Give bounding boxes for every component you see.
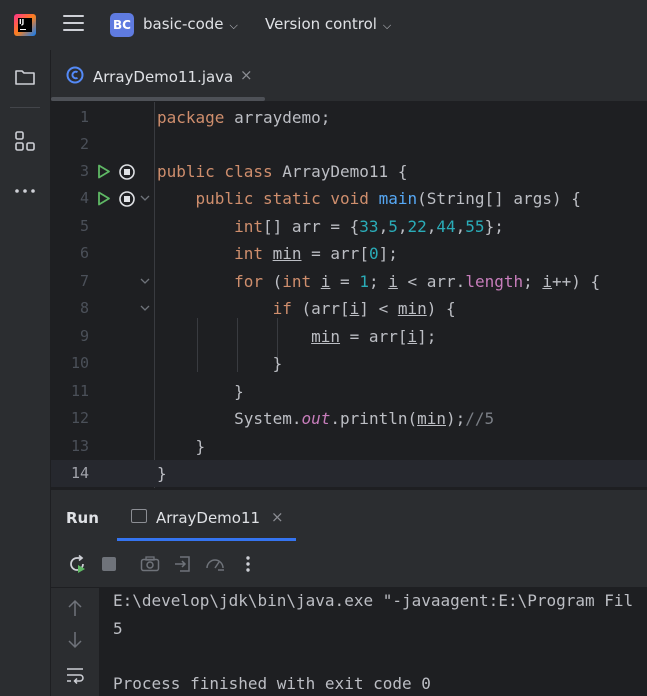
code-text: } — [157, 354, 283, 373]
chevron-down-icon: ⌵ — [229, 19, 238, 32]
line-number: 11 — [70, 382, 89, 400]
chevron-down-icon: ⌵ — [382, 19, 392, 32]
project-switcher[interactable]: basic-code ⌵ — [143, 15, 238, 33]
console-side-toolbar — [51, 588, 99, 696]
code-text: public class ArrayDemo11 { — [157, 162, 408, 181]
code-editor[interactable]: 1 package arraydemo; 2 3 public class Ar… — [51, 102, 647, 488]
code-text: } — [157, 437, 206, 456]
more-tools-icon[interactable] — [13, 179, 37, 203]
tab-scroll-indicator — [51, 97, 265, 101]
code-text: System.out.println(min);//5 — [157, 409, 495, 428]
code-text: int[] arr = {33,5,22,44,55}; — [234, 217, 504, 236]
line-number: 1 — [79, 108, 89, 126]
scroll-up-icon[interactable] — [66, 598, 84, 618]
run-tool-window-title: Run — [66, 509, 99, 527]
structure-icon[interactable] — [13, 129, 37, 153]
code-line: 1 package arraydemo; — [51, 104, 647, 131]
active-tab-indicator — [117, 538, 296, 541]
run-class-icon[interactable] — [97, 164, 111, 179]
soft-wrap-icon[interactable] — [65, 666, 85, 684]
code-text: } — [157, 382, 244, 401]
code-line: 5 int[] arr = {33,5,22,44,55}; — [51, 213, 647, 240]
more-vertical-icon[interactable] — [237, 553, 259, 575]
line-number: 12 — [70, 409, 89, 427]
code-text: package arraydemo; — [157, 108, 331, 127]
divider — [10, 107, 40, 108]
line-number: 14 — [70, 464, 89, 482]
camera-icon[interactable] — [139, 553, 161, 575]
stop-icon[interactable] — [98, 553, 120, 575]
line-number: 9 — [79, 327, 89, 345]
project-folder-icon[interactable] — [13, 65, 37, 89]
project-name: basic-code — [143, 15, 224, 33]
version-control-label: Version control — [265, 15, 377, 33]
code-text: int min = arr[0]; — [234, 244, 398, 263]
stop-breakpoint-icon[interactable] — [119, 191, 135, 207]
code-text: } — [157, 464, 167, 483]
scroll-down-icon[interactable] — [66, 630, 84, 650]
line-number: 4 — [79, 189, 89, 207]
code-line: 6 int min = arr[0]; — [51, 240, 647, 267]
tool-window-strip — [0, 50, 51, 696]
version-control-menu[interactable]: Version control ⌵ — [265, 15, 391, 33]
project-badge[interactable]: BC — [110, 13, 134, 37]
line-number: 6 — [79, 244, 89, 262]
code-text: min = arr[i]; — [311, 327, 437, 346]
console-tab-icon — [131, 509, 147, 523]
code-line: 2 — [51, 131, 647, 158]
fold-chevron-icon[interactable] — [140, 304, 150, 312]
fold-chevron-icon[interactable] — [140, 277, 150, 285]
line-number: 8 — [79, 299, 89, 317]
line-number: 2 — [79, 135, 89, 153]
intellij-logo-icon[interactable]: IJ — [14, 14, 36, 36]
console-line: E:\develop\jdk\bin\java.exe "-javaagent:… — [113, 591, 634, 610]
line-number: 3 — [79, 162, 89, 180]
main-menu-icon[interactable] — [63, 15, 84, 35]
console-line: Process finished with exit code 0 — [113, 674, 431, 693]
code-line: 13 } — [51, 433, 647, 460]
code-line: 9 min = arr[i]; — [51, 323, 647, 350]
console-line: 5 — [113, 619, 123, 638]
editor-tab-arraydemo11[interactable]: ArrayDemo11.java — [93, 68, 233, 86]
close-run-tab-icon[interactable]: × — [271, 508, 284, 526]
code-text: if (arr[i] < min) { — [272, 299, 456, 318]
profiler-gauge-icon[interactable] — [204, 553, 226, 575]
line-number: 7 — [79, 272, 89, 290]
line-number: 13 — [70, 437, 89, 455]
line-number: 5 — [79, 217, 89, 235]
code-line: 10 } — [51, 350, 647, 377]
run-tab-arraydemo11[interactable]: ArrayDemo11 — [156, 509, 260, 527]
code-line: 11 } — [51, 378, 647, 405]
line-number: 10 — [70, 354, 89, 372]
code-line: 12 System.out.println(min);//5 — [51, 405, 647, 432]
rerun-icon[interactable] — [66, 553, 88, 575]
code-text: for (int i = 1; i < arr.length; i++) { — [234, 272, 601, 291]
run-main-icon[interactable] — [97, 191, 111, 206]
code-line: 3 public class ArrayDemo11 { — [51, 158, 647, 185]
code-line-current: 14 } — [51, 460, 647, 487]
code-text: public static void main(String[] args) { — [195, 189, 581, 208]
exit-arrow-icon[interactable] — [172, 553, 194, 575]
fold-chevron-icon[interactable] — [140, 194, 150, 202]
console-output[interactable]: E:\develop\jdk\bin\java.exe "-javaagent:… — [99, 588, 647, 696]
stop-breakpoint-icon[interactable] — [119, 164, 135, 180]
java-class-icon — [66, 66, 84, 84]
close-tab-icon[interactable]: × — [240, 66, 253, 84]
